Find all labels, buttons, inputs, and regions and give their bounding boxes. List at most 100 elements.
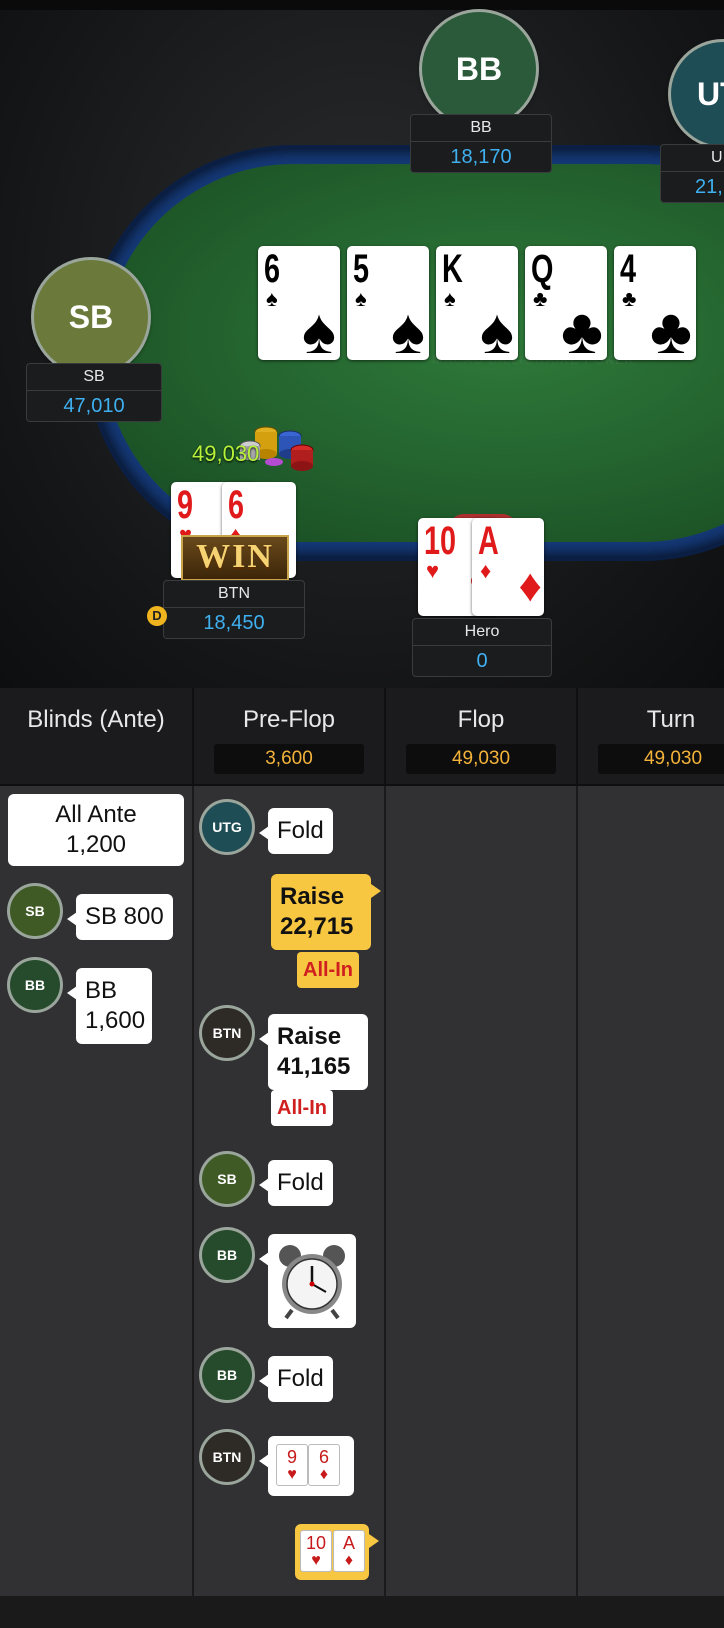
- card-suit-small: ♣: [622, 286, 637, 311]
- position-label: SB: [217, 1171, 237, 1187]
- card-suit-small: ♥: [426, 558, 440, 583]
- card-rank: 9: [286, 1447, 297, 1467]
- position-badge-sb: SB: [10, 886, 60, 936]
- action-bubble-fold: Fold: [259, 1356, 333, 1402]
- sb-blind-bubble: SB 800: [67, 894, 173, 940]
- card-suit-large: ♠: [391, 295, 425, 360]
- card-rank: 9: [177, 483, 194, 527]
- seat-name: BB: [411, 115, 551, 142]
- seat-plate-bb: BB 18,170: [410, 114, 552, 173]
- hero-raise-bubble: Raise 22,715: [271, 874, 381, 950]
- blind-label: BB: [85, 977, 118, 1004]
- position-badge-bb: BB: [202, 1350, 252, 1400]
- card-suit-large: ♦: [518, 559, 542, 611]
- position-label: UTG: [212, 819, 242, 835]
- action-bubble-fold: Fold: [259, 1160, 333, 1206]
- card-rank: 6: [264, 247, 281, 291]
- win-badge: WIN: [181, 535, 289, 581]
- street-header-preflop[interactable]: Pre-Flop 3,600: [194, 688, 386, 786]
- action-text: Fold: [277, 817, 324, 844]
- blind-amount: 1,600: [85, 1007, 146, 1034]
- seat-name: Hero: [413, 619, 551, 646]
- position-badge-bb: BB: [10, 960, 60, 1010]
- position-label: BB: [24, 977, 46, 993]
- seat-stack: 0: [476, 650, 488, 672]
- card-rank: 10: [305, 1533, 327, 1553]
- ante-bubble: All Ante 1,200: [8, 794, 184, 866]
- seat-avatar-utg[interactable]: UT: [671, 42, 724, 146]
- action-amount: 41,165: [277, 1053, 351, 1080]
- card-suit: ♦: [319, 1466, 329, 1483]
- card-suit-large: ♠: [480, 295, 514, 360]
- board-card-5: 4 ♣ ♣: [614, 246, 696, 360]
- card-suit-small: ♦: [480, 558, 492, 583]
- card-rank: 6: [318, 1447, 329, 1467]
- action-bubble-fold: Fold: [259, 808, 333, 854]
- street-header-turn[interactable]: Turn 49,030: [578, 688, 724, 786]
- card-suit: ♦: [344, 1552, 354, 1569]
- hero-cards-bubble: 10 ♥ A ♦: [295, 1524, 379, 1580]
- position-label: BB: [216, 1247, 238, 1263]
- position-badge-utg: UTG: [202, 802, 252, 852]
- card-suit-large: ♠: [302, 295, 336, 360]
- position-label: BB: [216, 1367, 238, 1383]
- position-label: BTN: [212, 1449, 242, 1465]
- card-suit-large: ♣: [561, 295, 603, 360]
- street-pot: 49,030: [598, 744, 724, 774]
- timeout-bubble: [259, 1234, 356, 1328]
- blind-text: SB 800: [85, 903, 164, 930]
- hand-history-panel: Blinds (Ante) Pre-Flop 3,600 Flop 49,030…: [0, 688, 724, 1628]
- card-rank: 10: [424, 519, 457, 563]
- card-rank: A: [478, 519, 499, 563]
- position-badge-btn: BTN: [202, 1432, 252, 1482]
- street-title: Blinds (Ante): [27, 706, 165, 733]
- seat-stack: 18,170: [450, 146, 512, 168]
- action-type: Raise: [280, 883, 345, 910]
- card-suit-small: ♠: [266, 286, 278, 311]
- board-card-2: 5 ♠ ♠: [347, 246, 429, 360]
- card-rank: K: [442, 247, 463, 291]
- seat-plate-hero: Hero 0: [412, 618, 552, 677]
- ante-label: All Ante: [55, 801, 137, 828]
- shown-cards-bubble: 9 ♥ 6 ♦: [259, 1436, 354, 1496]
- mini-card: 10 ♥: [300, 1530, 332, 1572]
- seat-stack: 18,450: [203, 612, 265, 634]
- action-text: Fold: [277, 1365, 324, 1392]
- hero-card-2: A ♦ ♦: [472, 518, 544, 616]
- board-card-1: 6 ♠ ♠: [258, 246, 340, 360]
- seat-stack: 47,010: [63, 395, 125, 417]
- street-header-blinds[interactable]: Blinds (Ante): [0, 688, 194, 786]
- seat-name: BTN: [164, 581, 304, 608]
- seat-avatar-bb[interactable]: BB: [422, 12, 536, 126]
- street-pot: 3,600: [214, 744, 364, 774]
- action-amount: 22,715: [280, 913, 354, 940]
- allin-badge: All-In: [297, 952, 359, 988]
- seat-name: SB: [27, 364, 161, 391]
- seat-name: U: [661, 145, 724, 172]
- position-badge-bb: BB: [202, 1230, 252, 1280]
- street-pot: 49,030: [406, 744, 556, 774]
- card-rank: A: [342, 1533, 355, 1553]
- seat-avatar-label: BB: [455, 50, 503, 87]
- column-flop: [386, 786, 578, 1596]
- card-suit-large: ♣: [650, 295, 692, 360]
- card-rank: Q: [531, 247, 554, 291]
- mini-card: 6 ♦: [308, 1444, 340, 1486]
- poker-table: MACAU BILLIONAIRE POKER BB BB 18,170 UT …: [0, 0, 724, 688]
- seat-avatar-sb[interactable]: SB: [34, 260, 148, 374]
- street-title: Turn: [646, 706, 696, 733]
- street-header-flop[interactable]: Flop 49,030: [386, 688, 578, 786]
- btn-raise-bubble: Raise 41,165: [259, 1014, 368, 1090]
- seat-plate-btn: BTN 18,450: [163, 580, 305, 639]
- position-label: BTN: [212, 1025, 242, 1041]
- mini-card: A ♦: [333, 1530, 365, 1572]
- card-rank: 4: [620, 247, 637, 291]
- card-suit-small: ♣: [533, 286, 548, 311]
- top-strip: [0, 0, 724, 10]
- card-suit-small: ♠: [355, 286, 367, 311]
- position-badge-sb: SB: [202, 1154, 252, 1204]
- seat-avatar-label: SB: [68, 298, 114, 335]
- seat-stack: 21,: [695, 176, 723, 198]
- card-suit-small: ♠: [444, 286, 456, 311]
- ante-amount: 1,200: [65, 831, 127, 858]
